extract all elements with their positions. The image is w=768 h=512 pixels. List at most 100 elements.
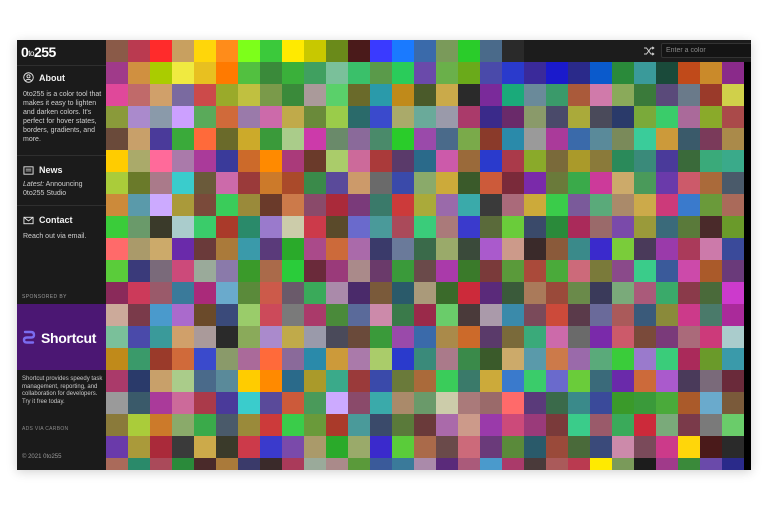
color-swatch[interactable] (348, 194, 370, 216)
color-swatch[interactable] (590, 106, 612, 128)
color-swatch[interactable] (546, 128, 568, 150)
color-swatch[interactable] (282, 326, 304, 348)
color-swatch[interactable] (612, 128, 634, 150)
nav-about-title[interactable]: About (39, 73, 65, 83)
color-swatch[interactable] (326, 216, 348, 238)
color-swatch[interactable] (238, 458, 260, 470)
color-swatch[interactable] (392, 106, 414, 128)
color-swatch[interactable] (392, 370, 414, 392)
color-swatch[interactable] (260, 194, 282, 216)
color-swatch[interactable] (678, 62, 700, 84)
color-swatch[interactable] (502, 106, 524, 128)
color-swatch[interactable] (568, 238, 590, 260)
color-swatch[interactable] (568, 194, 590, 216)
color-swatch[interactable] (458, 370, 480, 392)
color-swatch[interactable] (722, 436, 744, 458)
color-swatch[interactable] (216, 458, 238, 470)
color-swatch[interactable] (436, 392, 458, 414)
color-swatch[interactable] (656, 458, 678, 470)
color-swatch[interactable] (678, 414, 700, 436)
color-swatch[interactable] (458, 106, 480, 128)
color-swatch[interactable] (634, 106, 656, 128)
color-swatch[interactable] (414, 370, 436, 392)
color-swatch[interactable] (590, 458, 612, 470)
color-swatch[interactable] (612, 106, 634, 128)
color-swatch[interactable] (106, 458, 128, 470)
color-swatch[interactable] (260, 62, 282, 84)
color-swatch[interactable] (304, 84, 326, 106)
color-swatch[interactable] (194, 304, 216, 326)
color-swatch[interactable] (414, 62, 436, 84)
color-swatch[interactable] (370, 172, 392, 194)
color-swatch[interactable] (656, 128, 678, 150)
color-swatch[interactable] (700, 326, 722, 348)
color-swatch[interactable] (436, 194, 458, 216)
color-swatch[interactable] (106, 172, 128, 194)
color-swatch[interactable] (568, 106, 590, 128)
color-swatch[interactable] (282, 282, 304, 304)
color-swatch[interactable] (480, 304, 502, 326)
color-swatch[interactable] (370, 260, 392, 282)
color-swatch[interactable] (480, 62, 502, 84)
color-swatch[interactable] (106, 326, 128, 348)
color-swatch[interactable] (150, 348, 172, 370)
color-swatch[interactable] (304, 62, 326, 84)
color-swatch[interactable] (370, 414, 392, 436)
color-swatch[interactable] (216, 326, 238, 348)
color-swatch[interactable] (194, 172, 216, 194)
color-swatch[interactable] (238, 106, 260, 128)
color-swatch[interactable] (568, 216, 590, 238)
color-swatch[interactable] (612, 348, 634, 370)
color-swatch[interactable] (414, 436, 436, 458)
color-swatch[interactable] (348, 216, 370, 238)
color-swatch[interactable] (656, 238, 678, 260)
color-swatch[interactable] (260, 392, 282, 414)
color-swatch[interactable] (502, 436, 524, 458)
color-swatch[interactable] (612, 392, 634, 414)
color-swatch[interactable] (150, 370, 172, 392)
color-swatch[interactable] (392, 238, 414, 260)
color-swatch[interactable] (436, 370, 458, 392)
color-swatch[interactable] (524, 216, 546, 238)
color-swatch[interactable] (128, 128, 150, 150)
color-swatch[interactable] (216, 40, 238, 62)
color-swatch[interactable] (238, 238, 260, 260)
color-swatch[interactable] (282, 304, 304, 326)
color-swatch[interactable] (282, 370, 304, 392)
color-swatch[interactable] (656, 348, 678, 370)
color-swatch[interactable] (106, 84, 128, 106)
color-swatch[interactable] (150, 260, 172, 282)
color-swatch[interactable] (634, 150, 656, 172)
color-swatch[interactable] (634, 216, 656, 238)
color-swatch[interactable] (326, 106, 348, 128)
color-swatch[interactable] (238, 128, 260, 150)
color-swatch[interactable] (414, 304, 436, 326)
color-swatch[interactable] (348, 260, 370, 282)
color-swatch[interactable] (128, 326, 150, 348)
color-swatch[interactable] (128, 414, 150, 436)
color-swatch[interactable] (480, 150, 502, 172)
color-swatch[interactable] (194, 260, 216, 282)
color-swatch[interactable] (414, 238, 436, 260)
color-swatch[interactable] (590, 84, 612, 106)
color-swatch[interactable] (414, 348, 436, 370)
color-swatch[interactable] (128, 282, 150, 304)
color-swatch[interactable] (722, 238, 744, 260)
color-swatch[interactable] (150, 216, 172, 238)
color-swatch[interactable] (260, 458, 282, 470)
color-swatch[interactable] (480, 128, 502, 150)
color-swatch[interactable] (282, 216, 304, 238)
color-swatch[interactable] (458, 348, 480, 370)
color-swatch[interactable] (282, 62, 304, 84)
color-swatch[interactable] (612, 84, 634, 106)
color-swatch[interactable] (106, 414, 128, 436)
color-swatch[interactable] (502, 392, 524, 414)
color-swatch[interactable] (502, 62, 524, 84)
color-swatch[interactable] (568, 84, 590, 106)
color-swatch[interactable] (634, 304, 656, 326)
brand-logo[interactable]: 0to255 (21, 44, 56, 60)
color-swatch[interactable] (436, 436, 458, 458)
color-swatch[interactable] (612, 172, 634, 194)
color-swatch[interactable] (282, 194, 304, 216)
color-swatch[interactable] (282, 238, 304, 260)
